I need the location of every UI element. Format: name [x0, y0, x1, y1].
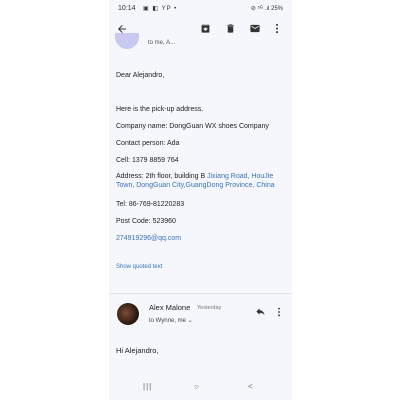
show-quoted-text-link[interactable]: Show quoted text: [116, 263, 162, 272]
mail-icon[interactable]: [249, 23, 261, 34]
recipients-line[interactable]: to me, A...: [148, 40, 175, 46]
sender-name: Alex Malone: [149, 303, 191, 312]
home-icon[interactable]: ○: [194, 382, 199, 391]
tel-line: Tel: 86-769-81220283: [116, 201, 185, 208]
more-vert-icon[interactable]: [277, 307, 281, 320]
status-right-icons: ⊘ ⁵ᴳ .ıl 25%: [250, 6, 283, 12]
contact-line: Contact person: Ada: [116, 140, 180, 147]
status-notification-icons: ▣ ◧ YP •: [143, 6, 178, 12]
greeting: Dear Alejandro,: [116, 72, 165, 79]
address-prefix: Address: 2th floor, building B: [116, 173, 208, 180]
message-preview-greeting: Hi Alejandro,: [116, 346, 159, 355]
intro-line: Here is the pick-up address.: [116, 106, 204, 113]
system-nav-bar: ||| ○ <: [109, 381, 292, 397]
address-line: Address: 2th floor, building B Jixiang R…: [116, 172, 288, 190]
avatar: [117, 303, 139, 325]
message-divider: [109, 293, 292, 294]
post-code-line: Post Code: 523960: [116, 218, 176, 225]
cell-line: Cell: 1379 8859 764: [116, 157, 179, 164]
phone-screen: 10:14 ▣ ◧ YP • ⊘ ⁵ᴳ .ıl 25% to me, A... …: [109, 0, 292, 400]
status-time: 10:14: [118, 5, 136, 12]
more-vert-icon[interactable]: [275, 23, 279, 34]
status-bar: 10:14 ▣ ◧ YP • ⊘ ⁵ᴳ .ıl 25%: [109, 3, 292, 15]
nav-back-icon[interactable]: <: [248, 382, 253, 391]
recipients-label: to Wynne, me: [149, 318, 186, 324]
sender-avatar: [115, 33, 139, 49]
recipients-dropdown[interactable]: to Wynne, me ⌄: [149, 317, 193, 324]
message-timestamp: Yesterday: [197, 305, 222, 311]
trash-icon[interactable]: [225, 23, 236, 34]
archive-icon[interactable]: [200, 23, 211, 34]
reply-icon[interactable]: [255, 307, 266, 320]
email-link[interactable]: 274919296@qq.com: [116, 234, 181, 243]
company-line: Company name: DongGuan WX shoes Company: [116, 123, 269, 130]
recent-apps-icon[interactable]: |||: [143, 382, 152, 391]
chevron-down-icon: ⌄: [187, 318, 193, 324]
